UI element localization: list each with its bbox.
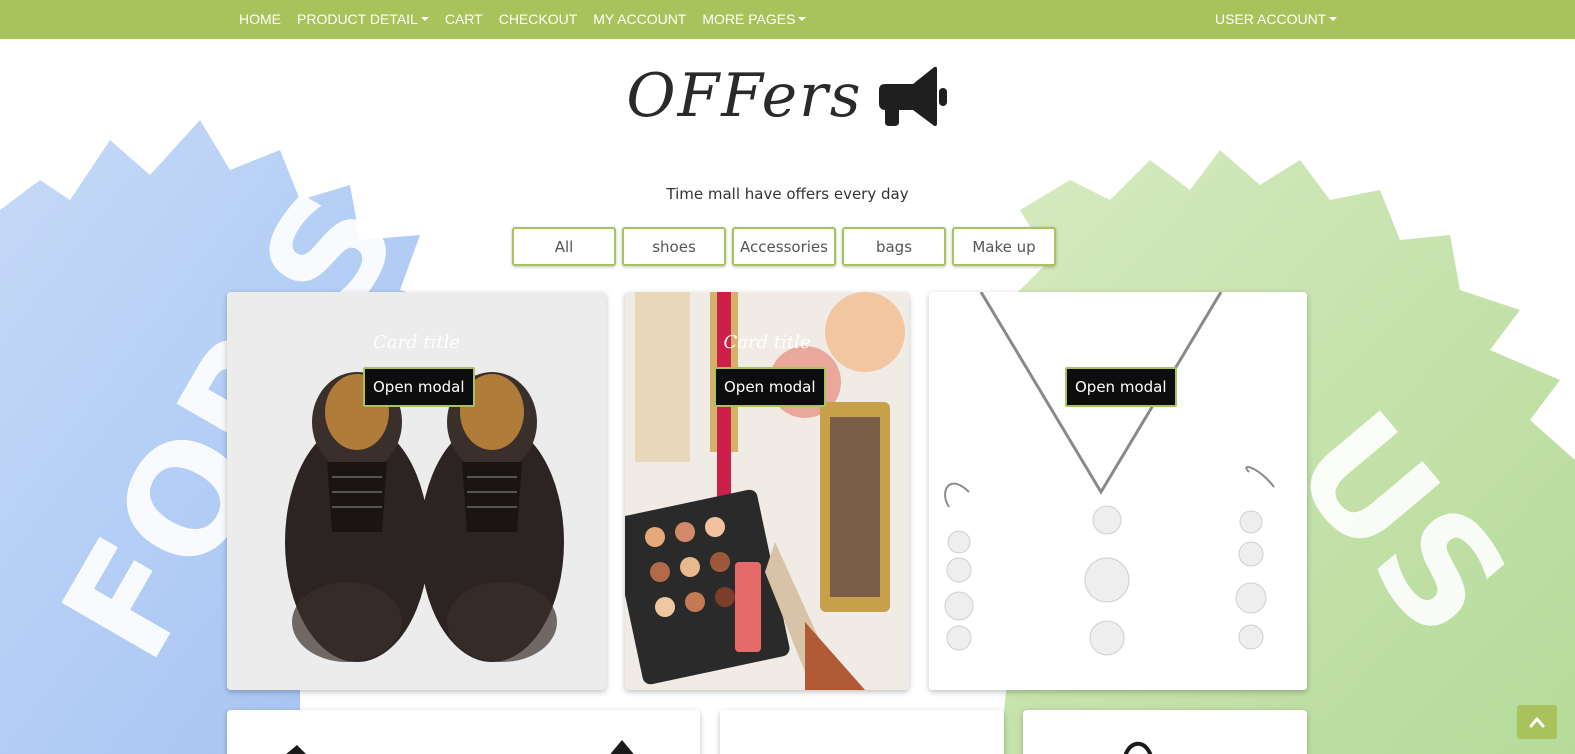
nav-product-detail-label: PRODUCT DETAIL <box>297 11 418 27</box>
filter-makeup-button[interactable]: Make up <box>952 227 1056 266</box>
filter-shoes-button[interactable]: shoes <box>622 227 726 266</box>
filter-all-button[interactable]: All <box>512 227 616 266</box>
nav-cart[interactable]: CART <box>437 0 491 39</box>
scroll-to-top-button[interactable] <box>1517 705 1557 739</box>
nav-checkout[interactable]: CHECKOUT <box>491 0 586 39</box>
jewelry-image <box>929 292 1307 690</box>
nav-home-label: HOME <box>239 11 281 27</box>
nav-my-account-label: MY ACCOUNT <box>593 11 687 27</box>
caret-down-icon <box>798 17 807 21</box>
filter-accessories-button[interactable]: Accessories <box>732 227 836 266</box>
nav-checkout-label: CHECKOUT <box>498 11 578 27</box>
offer-card-row2-3 <box>1023 710 1307 754</box>
nav-menu: HOME PRODUCT DETAIL CART CHECKOUT MY ACC… <box>239 0 814 39</box>
open-modal-button[interactable]: Open modal <box>1065 367 1177 407</box>
megaphone-icon <box>878 66 947 127</box>
eyeshadow-pans <box>645 517 735 617</box>
category-filters: All shoes Accessories bags Make up <box>512 227 1056 266</box>
nav-cart-label: CART <box>444 11 483 27</box>
nav-product-detail[interactable]: PRODUCT DETAIL <box>289 0 437 39</box>
offer-card-row2-2 <box>720 710 1004 754</box>
card-title: Card title <box>723 332 811 353</box>
nav-more-pages[interactable]: MORE PAGES <box>694 0 814 39</box>
nav-more-pages-label: MORE PAGES <box>702 11 796 27</box>
offer-card-row2-1 <box>227 710 700 754</box>
card-title: Card title <box>373 332 460 353</box>
page-title: OFFers <box>626 61 863 131</box>
offer-card-shoes: Card title Open modal <box>227 292 606 690</box>
user-account-label: USER ACCOUNT <box>1215 11 1327 27</box>
top-navbar: HOME PRODUCT DETAIL CART CHECKOUT MY ACC… <box>0 0 1575 39</box>
page-tagline: Time mall have offers every day <box>666 185 909 203</box>
filter-bags-button[interactable]: bags <box>842 227 946 266</box>
user-account-menu: USER ACCOUNT <box>1215 0 1345 39</box>
chevron-up-icon <box>1529 717 1545 728</box>
offer-card-makeup: Card title Open modal <box>625 292 909 690</box>
offer-card-jewelry: Open modal <box>929 292 1307 690</box>
card-image-partial <box>286 740 634 754</box>
open-modal-button[interactable]: Open modal <box>363 367 475 407</box>
nav-user-account[interactable]: USER ACCOUNT <box>1215 0 1345 39</box>
nav-my-account[interactable]: MY ACCOUNT <box>585 0 694 39</box>
page-header: OFFers <box>0 56 1575 136</box>
caret-down-icon <box>420 17 429 21</box>
open-modal-button[interactable]: Open modal <box>714 367 826 407</box>
card-image-partial <box>1123 741 1153 754</box>
nav-home[interactable]: HOME <box>239 0 289 39</box>
caret-down-icon <box>1329 17 1338 21</box>
